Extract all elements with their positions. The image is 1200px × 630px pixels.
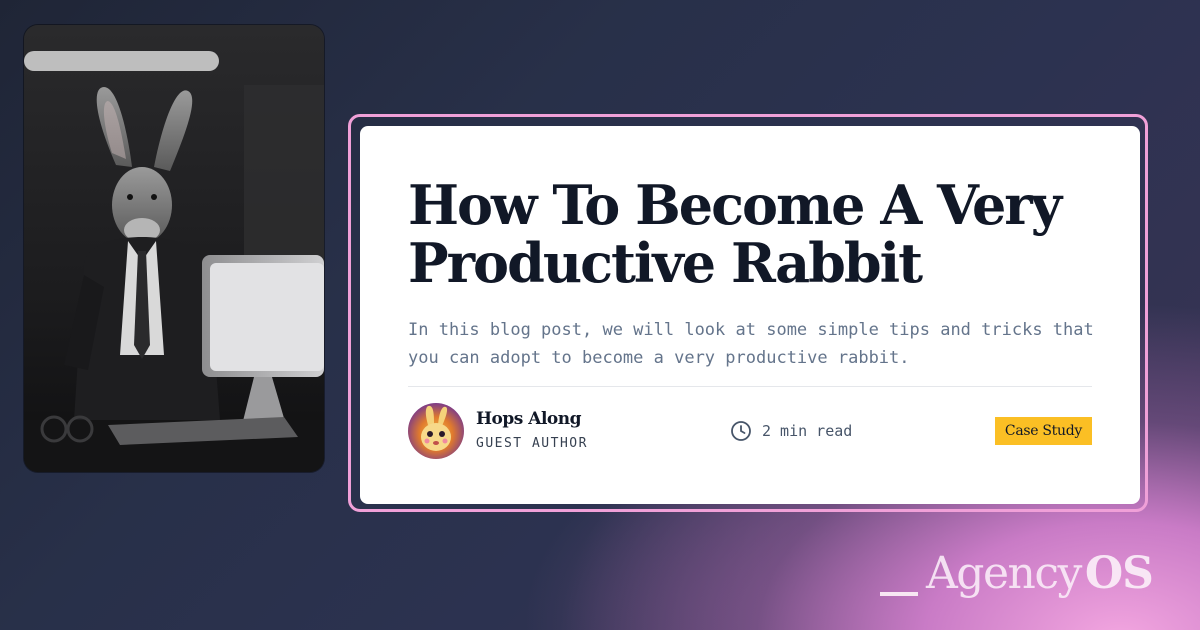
author-role: GUEST AUTHOR: [476, 436, 588, 451]
rabbit-avatar-icon: [421, 405, 451, 451]
post-summary: In this blog post, we will look at some …: [408, 320, 1094, 368]
post-title[interactable]: How To Become A Very Productive Rabbit: [408, 176, 1088, 292]
post-card[interactable]: How To Become A Very Productive Rabbit I…: [360, 126, 1140, 504]
brand-underscore: [880, 592, 918, 596]
category-badge[interactable]: Case Study: [994, 417, 1092, 445]
post-meta: Hops Along GUEST AUTHOR 2 min read Case …: [408, 403, 1092, 461]
read-time-label: 2 min read: [762, 422, 853, 440]
author-avatar[interactable]: [408, 403, 464, 459]
divider: [408, 386, 1092, 387]
brand-logo-light: Agency: [926, 548, 1082, 599]
rabbit-businessman-photo: [24, 25, 324, 472]
brand-logo[interactable]: Agency OS: [880, 540, 1154, 600]
read-time: 2 min read: [730, 420, 852, 442]
hero-image: [24, 25, 324, 472]
author-name[interactable]: Hops Along: [476, 409, 582, 429]
clock-icon: [731, 421, 751, 441]
brand-logo-bold: OS: [1084, 548, 1154, 599]
